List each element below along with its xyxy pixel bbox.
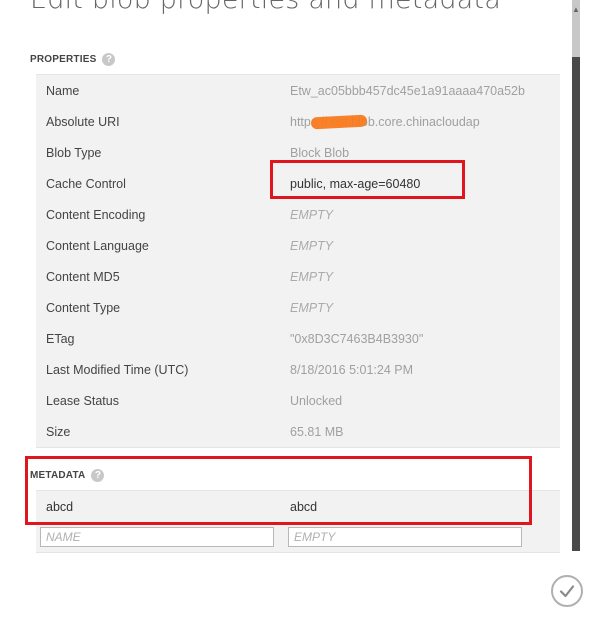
property-row: Lease Status Unlocked xyxy=(36,385,560,416)
property-value: Block Blob xyxy=(290,145,350,160)
property-name: Size xyxy=(46,424,71,439)
property-row: Blob Type Block Blob xyxy=(36,137,560,168)
metadata-heading: METADATA ? xyxy=(30,469,105,482)
metadata-heading-label: METADATA xyxy=(30,470,86,481)
property-value[interactable]: public, max-age=60480 xyxy=(290,177,560,191)
property-value[interactable]: EMPTY xyxy=(290,239,560,253)
property-row: ETag "0x8D3C7463B4B3930" xyxy=(36,323,560,354)
property-row: Last Modified Time (UTC) 8/18/2016 5:01:2… xyxy=(36,354,560,385)
property-name: Content MD5 xyxy=(46,269,120,284)
metadata-name[interactable]: abcd xyxy=(36,500,290,514)
property-value[interactable]: EMPTY xyxy=(290,208,560,222)
property-row: Content Language EMPTY xyxy=(36,230,560,261)
property-name: Blob Type xyxy=(46,145,102,160)
property-row: Content Type EMPTY xyxy=(36,292,560,323)
scroll-up-arrow-icon[interactable]: ▲ xyxy=(572,6,580,14)
property-name: Content Language xyxy=(46,238,149,253)
metadata-value-input[interactable] xyxy=(288,527,522,547)
question-circle-icon[interactable]: ? xyxy=(102,53,116,66)
property-value: "0x8D3C7463B4B3930" xyxy=(290,331,424,346)
property-name: Content Type xyxy=(46,300,121,315)
property-value[interactable]: EMPTY xyxy=(290,301,560,315)
property-value[interactable]: EMPTY xyxy=(290,270,560,284)
scrollbar-track[interactable] xyxy=(572,0,580,551)
property-name: Last Modified Time (UTC) xyxy=(46,362,189,377)
metadata-value[interactable]: abcd xyxy=(290,500,560,514)
property-name: Content Encoding xyxy=(46,207,146,222)
dialog-title: Edit blob properties and metadata xyxy=(30,0,501,15)
ok-button[interactable] xyxy=(551,575,583,607)
property-row: Content MD5 EMPTY xyxy=(36,261,560,292)
metadata-table: abcd abcd xyxy=(36,490,560,553)
property-row: Cache Control public, max-age=60480 xyxy=(36,168,560,199)
property-value: 8/18/2016 5:01:24 PM xyxy=(290,362,414,377)
properties-table: Name Etw_ac05bbb457dc45e1a91aaaa470a52b Ab… xyxy=(36,74,560,448)
property-name: Cache Control xyxy=(46,176,126,191)
metadata-new-entry-row xyxy=(36,522,560,552)
property-value: 65.81 MB xyxy=(290,424,344,439)
property-row: Absolute URI https:// est.blob.core.china… xyxy=(36,106,560,137)
property-value: Unlocked xyxy=(290,393,343,408)
question-circle-icon[interactable]: ? xyxy=(91,469,105,482)
property-name: Lease Status xyxy=(46,393,119,408)
checkmark-icon xyxy=(559,585,575,598)
properties-heading-label: PROPERTIES xyxy=(30,54,97,65)
property-name: Name xyxy=(46,83,80,98)
properties-heading: PROPERTIES ? xyxy=(30,53,116,66)
property-name: Absolute URI xyxy=(46,114,120,129)
property-row: Name Etw_ac05bbb457dc45e1a91aaaa470a52b xyxy=(36,75,560,106)
property-row: Content Encoding EMPTY xyxy=(36,199,560,230)
property-value: Etw_ac05bbb457dc45e1a91aaaa470a52b xyxy=(290,83,525,98)
metadata-row: abcd abcd xyxy=(36,491,560,522)
property-row: Size 65.81 MB xyxy=(36,416,560,447)
metadata-name-input[interactable] xyxy=(40,527,274,547)
property-name: ETag xyxy=(46,331,75,346)
